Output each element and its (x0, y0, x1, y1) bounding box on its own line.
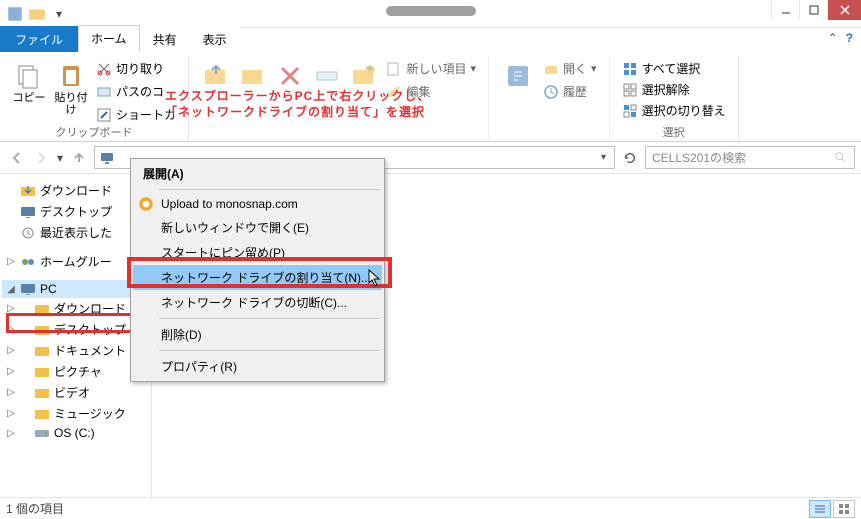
ctx-open-new-window[interactable]: 新しいウィンドウで開く(E) (133, 215, 382, 240)
titlebar: ▾ (0, 0, 861, 28)
svg-text:✦: ✦ (365, 62, 375, 76)
tree-downloads[interactable]: ダウンロード (2, 180, 149, 201)
context-menu: 展開(A) Upload to monosnap.com 新しいウィンドウで開く… (130, 158, 385, 382)
tab-file[interactable]: ファイル (0, 26, 78, 52)
tab-home[interactable]: ホーム (78, 25, 140, 52)
annotation-overlay: エクスプローラーからPC上で右クリックし、 「ネットワークドライブの割り当て」を… (165, 88, 801, 120)
view-icons-button[interactable] (833, 500, 855, 518)
ctx-upload-monosnap[interactable]: Upload to monosnap.com (133, 193, 382, 215)
minimize-button[interactable] (771, 0, 799, 20)
ctx-properties[interactable]: プロパティ(R) (133, 354, 382, 379)
tab-share[interactable]: 共有 (140, 26, 190, 52)
help-icon[interactable]: ? (846, 31, 853, 45)
open-button[interactable]: 開く ▾ (539, 58, 601, 79)
qat-dropdown-icon[interactable]: ▾ (50, 5, 68, 23)
view-details-button[interactable] (809, 500, 831, 518)
tree-pc[interactable]: ◢PC (2, 280, 149, 298)
refresh-button[interactable] (619, 147, 641, 169)
nav-up-button[interactable] (68, 147, 90, 169)
cut-button[interactable]: 切り取り (92, 58, 180, 79)
search-icon (834, 151, 848, 165)
statusbar: 1 個の項目 (0, 497, 861, 519)
ctx-disconnect-network-drive[interactable]: ネットワーク ドライブの切断(C)... (133, 290, 382, 315)
titlebar-drag-handle[interactable] (386, 6, 476, 16)
qat-properties-icon[interactable] (6, 5, 24, 23)
ctx-delete[interactable]: 削除(D) (133, 322, 382, 347)
tree-pc-pictures[interactable]: ▷ピクチャ (2, 361, 149, 382)
qat-newfolder-icon[interactable] (28, 5, 46, 23)
search-input[interactable]: CELLS201の検索 (645, 146, 855, 169)
copy-button[interactable]: コピー (8, 58, 50, 127)
tab-view[interactable]: 表示 (190, 26, 240, 52)
ctx-pin-to-start[interactable]: スタートにピン留め(P) (133, 240, 382, 265)
ribbon-collapse-icon[interactable]: ⌃ (828, 31, 838, 45)
tree-pc-desktop[interactable]: ▷デスクトップ (2, 319, 149, 340)
clipboard-group-label: クリップボード (0, 124, 188, 140)
pc-icon (99, 150, 115, 166)
nav-back-button[interactable] (6, 147, 28, 169)
ribbon-tabs: ファイル ホーム 共有 表示 ⌃ ? (0, 28, 861, 52)
tree-pc-downloads[interactable]: ▷ダウンロード (2, 298, 149, 319)
tree-homegroup[interactable]: ▷ホームグルー (2, 251, 149, 272)
cursor-icon (368, 269, 384, 289)
status-item-count: 1 個の項目 (6, 500, 64, 517)
close-button[interactable] (827, 0, 861, 20)
newitem-button[interactable]: 新しい項目 ▾ (382, 58, 480, 79)
nav-recent-button[interactable]: ▾ (54, 147, 66, 169)
breadcrumb-dropdown-icon[interactable]: ▾ (597, 152, 610, 163)
tree-pc-documents[interactable]: ▷ドキュメント (2, 340, 149, 361)
select-group-label: 選択 (610, 124, 738, 140)
paste-label: 貼り付け (52, 92, 90, 116)
selectall-button[interactable]: すべて選択 (618, 58, 730, 79)
paste-button[interactable]: 貼り付け (50, 58, 92, 127)
tree-pc-osdrive[interactable]: ▷OS (C:) (2, 424, 149, 442)
monosnap-icon (137, 195, 155, 213)
tree-pc-videos[interactable]: ▷ビデオ (2, 382, 149, 403)
nav-forward-button[interactable] (30, 147, 52, 169)
search-placeholder: CELLS201の検索 (652, 149, 834, 166)
ctx-map-network-drive[interactable]: ネットワーク ドライブの割り当て(N)... (133, 265, 382, 290)
copy-label: コピー (13, 92, 46, 104)
maximize-button[interactable] (799, 0, 827, 20)
tree-pc-music[interactable]: ▷ミュージック (2, 403, 149, 424)
ctx-expand[interactable]: 展開(A) (133, 161, 382, 186)
tree-desktop[interactable]: デスクトップ (2, 201, 149, 222)
tree-recent[interactable]: 最近表示した (2, 222, 149, 243)
